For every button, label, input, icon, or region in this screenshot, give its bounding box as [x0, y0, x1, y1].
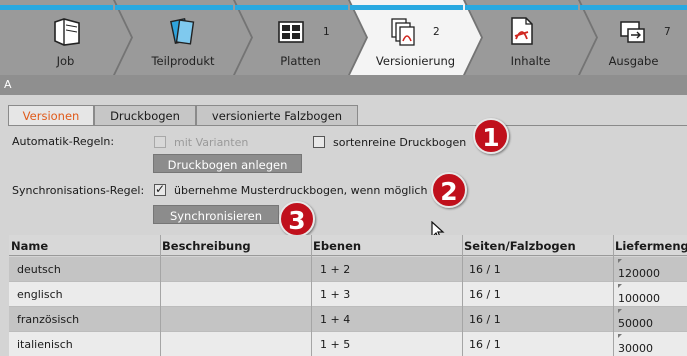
- sorted-sheets-checkbox[interactable]: [313, 136, 325, 148]
- checkmark-icon: ✓: [155, 182, 166, 196]
- callout-badge-1: 1: [473, 118, 509, 154]
- step-label: Teilprodukt: [151, 54, 215, 68]
- step-platten[interactable]: 1 Platten: [235, 0, 366, 75]
- cell-pages: 16 / 1: [469, 338, 501, 351]
- cell-description: [163, 307, 308, 331]
- cell-pages: 16 / 1: [469, 313, 501, 326]
- column-header-quantity[interactable]: Liefermenge: [613, 235, 687, 256]
- job-folder-icon: [54, 18, 80, 46]
- column-header-name[interactable]: Name: [9, 235, 160, 256]
- tab-druckbogen[interactable]: Druckbogen: [94, 105, 196, 125]
- column-header-description[interactable]: Beschreibung: [160, 235, 311, 256]
- section-header: A: [0, 75, 687, 95]
- synchronize-button[interactable]: Synchronisieren: [153, 205, 279, 224]
- workflow-step-bar: Job Teilprodukt 1 Platten 2 Versionierun…: [0, 0, 687, 75]
- column-divider: [462, 235, 463, 356]
- cell-name: italienisch: [17, 338, 73, 351]
- step-versionierung[interactable]: 2 Versionierung: [350, 0, 481, 75]
- partial-product-icon: [170, 17, 195, 45]
- step-label: Inhalte: [510, 54, 551, 68]
- output-icon: [620, 21, 645, 43]
- cell-quantity[interactable]: 100000: [616, 282, 686, 306]
- column-header-layers[interactable]: Ebenen: [311, 235, 462, 256]
- step-job[interactable]: Job: [0, 0, 131, 75]
- step-count: 2: [433, 26, 440, 38]
- table-row[interactable]: deutsch 1 + 2 16 / 1 120000: [9, 257, 687, 282]
- cell-pages: 16 / 1: [469, 288, 501, 301]
- cell-name: englisch: [17, 288, 63, 301]
- create-sheets-button[interactable]: Druckbogen anlegen: [153, 154, 302, 173]
- callout-badge-3: 3: [279, 201, 315, 237]
- adopt-master-label: übernehme Musterdruckbogen, wenn möglich: [174, 184, 428, 197]
- cell-quantity[interactable]: 30000: [616, 332, 686, 356]
- sync-rule-label: Synchronisations-Regel:: [12, 184, 145, 197]
- cell-name: deutsch: [17, 263, 61, 276]
- cell-quantity[interactable]: 50000: [616, 307, 686, 331]
- cell-name: französisch: [17, 313, 80, 326]
- tab-versionen[interactable]: Versionen: [8, 105, 94, 126]
- step-label: Platten: [280, 54, 321, 68]
- tab-versionierte-falzbogen[interactable]: versionierte Falzbogen: [196, 105, 358, 125]
- tab-divider: [8, 125, 687, 126]
- column-header-pages[interactable]: Seiten/Falzbogen: [462, 235, 613, 256]
- auto-rules-label: Automatik-Regeln:: [12, 135, 115, 148]
- cell-description: [163, 332, 308, 356]
- contents-pdf-icon: [511, 17, 533, 45]
- table-row[interactable]: französisch 1 + 4 16 / 1 50000: [9, 307, 687, 332]
- cell-layers: 1 + 2: [320, 263, 351, 276]
- step-inhalte[interactable]: Inhalte: [465, 0, 596, 75]
- with-variants-checkbox[interactable]: [154, 136, 166, 148]
- cell-layers: 1 + 5: [320, 338, 351, 351]
- step-label: Job: [56, 54, 75, 68]
- column-divider: [311, 235, 312, 356]
- sorted-sheets-label: sortenreine Druckbogen: [333, 136, 467, 149]
- cell-layers: 1 + 4: [320, 313, 351, 326]
- column-divider: [613, 235, 614, 356]
- table-row[interactable]: italienisch 1 + 5 16 / 1 30000: [9, 332, 687, 356]
- cell-pages: 16 / 1: [469, 263, 501, 276]
- table-row[interactable]: englisch 1 + 3 16 / 1 100000: [9, 282, 687, 307]
- cell-quantity[interactable]: 120000: [616, 257, 686, 281]
- column-divider: [160, 235, 161, 356]
- cell-layers: 1 + 3: [320, 288, 351, 301]
- versioning-icon: [391, 18, 415, 46]
- step-count: 7: [664, 26, 671, 38]
- with-variants-label: mit Varianten: [174, 136, 249, 149]
- step-label: Ausgabe: [608, 54, 659, 68]
- step-count: 1: [323, 26, 330, 38]
- step-ausgabe[interactable]: 7 Ausgabe: [580, 0, 687, 75]
- cell-description: [163, 282, 308, 306]
- step-teilprodukt[interactable]: Teilprodukt: [115, 0, 251, 75]
- step-label: Versionierung: [375, 54, 456, 68]
- versions-table: Name Beschreibung Ebenen Seiten/Falzboge…: [9, 235, 687, 356]
- plates-icon: [278, 21, 304, 43]
- callout-badge-2: 2: [431, 172, 467, 208]
- cell-description: [163, 257, 308, 281]
- adopt-master-checkbox[interactable]: ✓: [154, 182, 166, 196]
